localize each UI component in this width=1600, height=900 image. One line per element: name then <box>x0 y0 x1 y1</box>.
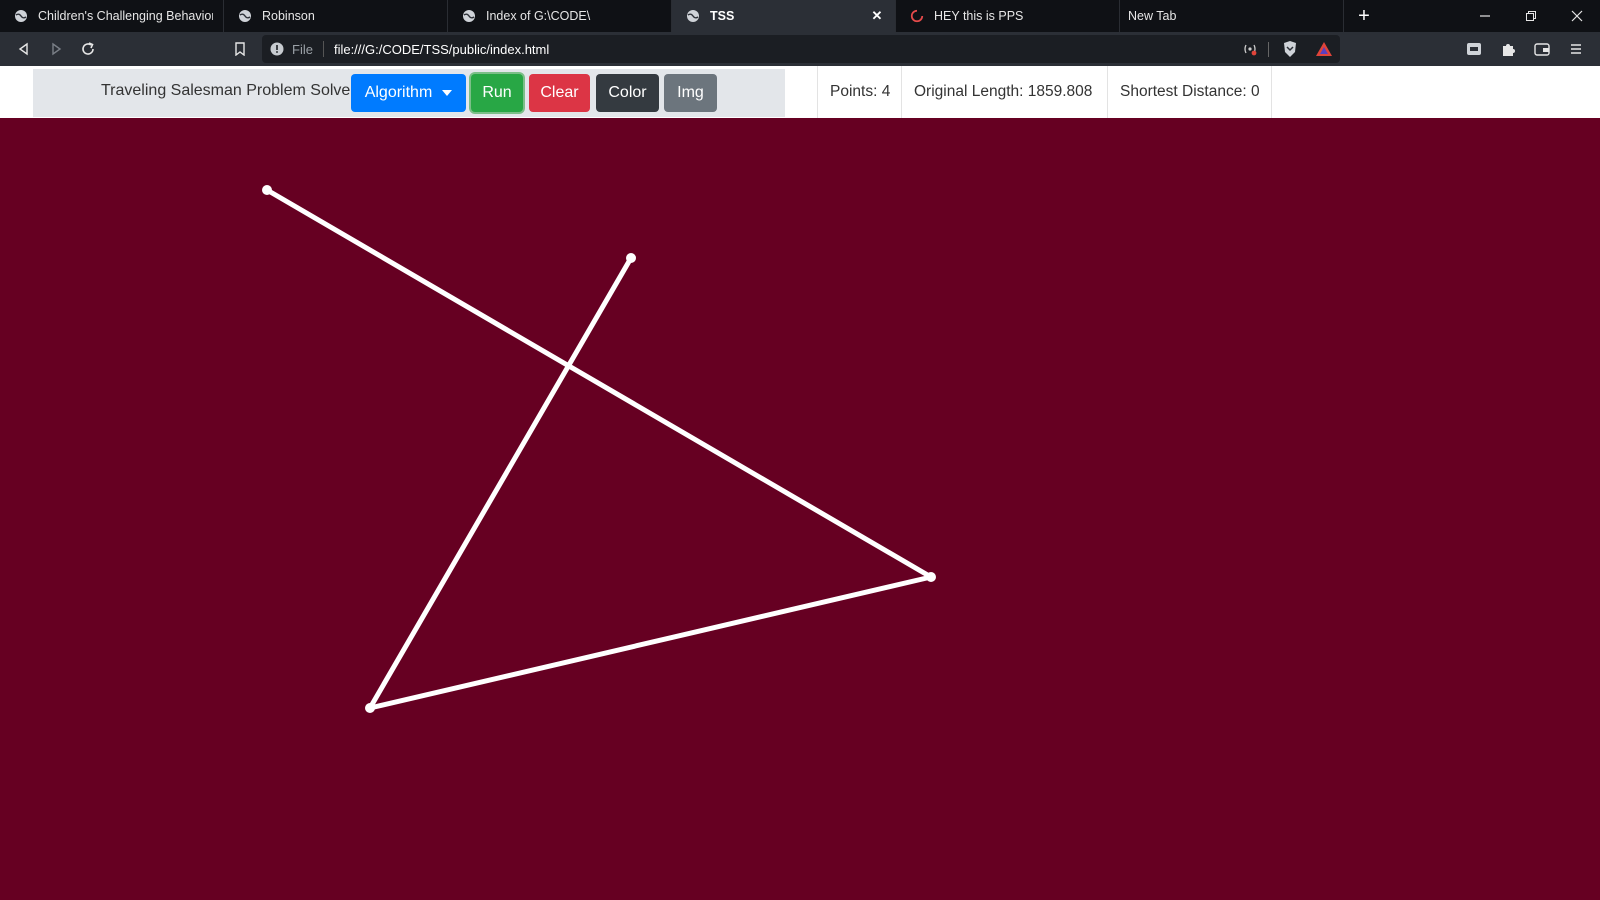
tab-strip: Children's Challenging Behaviors Robinso… <box>0 0 1600 32</box>
minimize-window-icon[interactable] <box>1462 0 1508 32</box>
menu-icon[interactable] <box>1566 39 1586 59</box>
extensions-icon[interactable] <box>1498 39 1518 59</box>
tab-hey-this-is-pps[interactable]: HEY this is PPS <box>896 0 1120 32</box>
restore-window-icon[interactable] <box>1508 0 1554 32</box>
city-point[interactable] <box>262 185 272 195</box>
city-point[interactable] <box>365 703 375 713</box>
app-title: Traveling Salesman Problem Solver <box>101 82 356 99</box>
path-edge <box>264 187 934 580</box>
brave-shield-icon[interactable] <box>1280 39 1300 59</box>
clear-button[interactable]: Clear <box>529 74 590 112</box>
url-bar[interactable]: File file:///G:/CODE/TSS/public/index.ht… <box>262 35 1340 63</box>
city-point[interactable] <box>926 572 936 582</box>
algorithm-dropdown-button[interactable]: Algorithm <box>351 74 466 112</box>
points-count: Points: 4 <box>817 66 901 118</box>
tab-title: TSS <box>710 9 735 23</box>
tab-search-icon[interactable] <box>1464 39 1484 59</box>
toolbar-divider <box>1268 42 1269 57</box>
broadcast-icon[interactable] <box>1240 39 1260 59</box>
caret-down-icon <box>442 90 453 96</box>
new-tab-button[interactable]: + <box>1344 0 1384 32</box>
globe-icon <box>14 9 28 23</box>
globe-icon <box>462 9 476 23</box>
color-button[interactable]: Color <box>596 74 659 112</box>
wallet-icon[interactable] <box>1532 39 1552 59</box>
tab-title: New Tab <box>1128 9 1177 23</box>
tab-childrens-challenging-behaviors[interactable]: Children's Challenging Behaviors <box>0 0 224 32</box>
tab-title: HEY this is PPS <box>934 9 1024 23</box>
address-toolbar: File file:///G:/CODE/TSS/public/index.ht… <box>0 32 1600 66</box>
url-text[interactable]: file:///G:/CODE/TSS/public/index.html <box>334 42 549 57</box>
tab-new-tab[interactable]: New Tab <box>1120 0 1344 32</box>
tab-title: Children's Challenging Behaviors <box>38 9 213 23</box>
globe-icon <box>238 9 252 23</box>
close-tab-icon[interactable]: ✕ <box>869 8 885 24</box>
loading-spinner-icon <box>910 9 924 23</box>
city-point[interactable] <box>626 253 636 263</box>
tab-tss[interactable]: TSS ✕ <box>672 0 896 32</box>
bookmark-icon[interactable] <box>228 37 252 61</box>
close-window-icon[interactable] <box>1554 0 1600 32</box>
shortest-distance: Shortest Distance: 0 <box>1107 66 1272 118</box>
path-edge <box>367 574 934 711</box>
algorithm-button-label: Algorithm <box>364 84 433 101</box>
run-button[interactable]: Run <box>471 74 523 112</box>
brave-rewards-icon[interactable] <box>1314 39 1334 59</box>
url-separator <box>322 41 324 57</box>
reload-icon[interactable] <box>76 37 100 61</box>
forward-icon[interactable] <box>44 37 68 61</box>
tab-index-of-code[interactable]: Index of G:\CODE\ <box>448 0 672 32</box>
back-icon[interactable] <box>12 37 36 61</box>
tsp-canvas[interactable] <box>2 118 1600 900</box>
img-button[interactable]: Img <box>664 74 717 112</box>
tab-title: Index of G:\CODE\ <box>486 9 591 23</box>
tsp-drawing[interactable] <box>2 118 1600 900</box>
globe-icon <box>686 9 700 23</box>
tab-robinson[interactable]: Robinson <box>224 0 448 32</box>
info-icon[interactable] <box>270 42 284 56</box>
original-length: Original Length: 1859.808 <box>901 66 1107 118</box>
tab-title: Robinson <box>262 9 315 23</box>
url-scheme-label: File <box>292 41 313 57</box>
